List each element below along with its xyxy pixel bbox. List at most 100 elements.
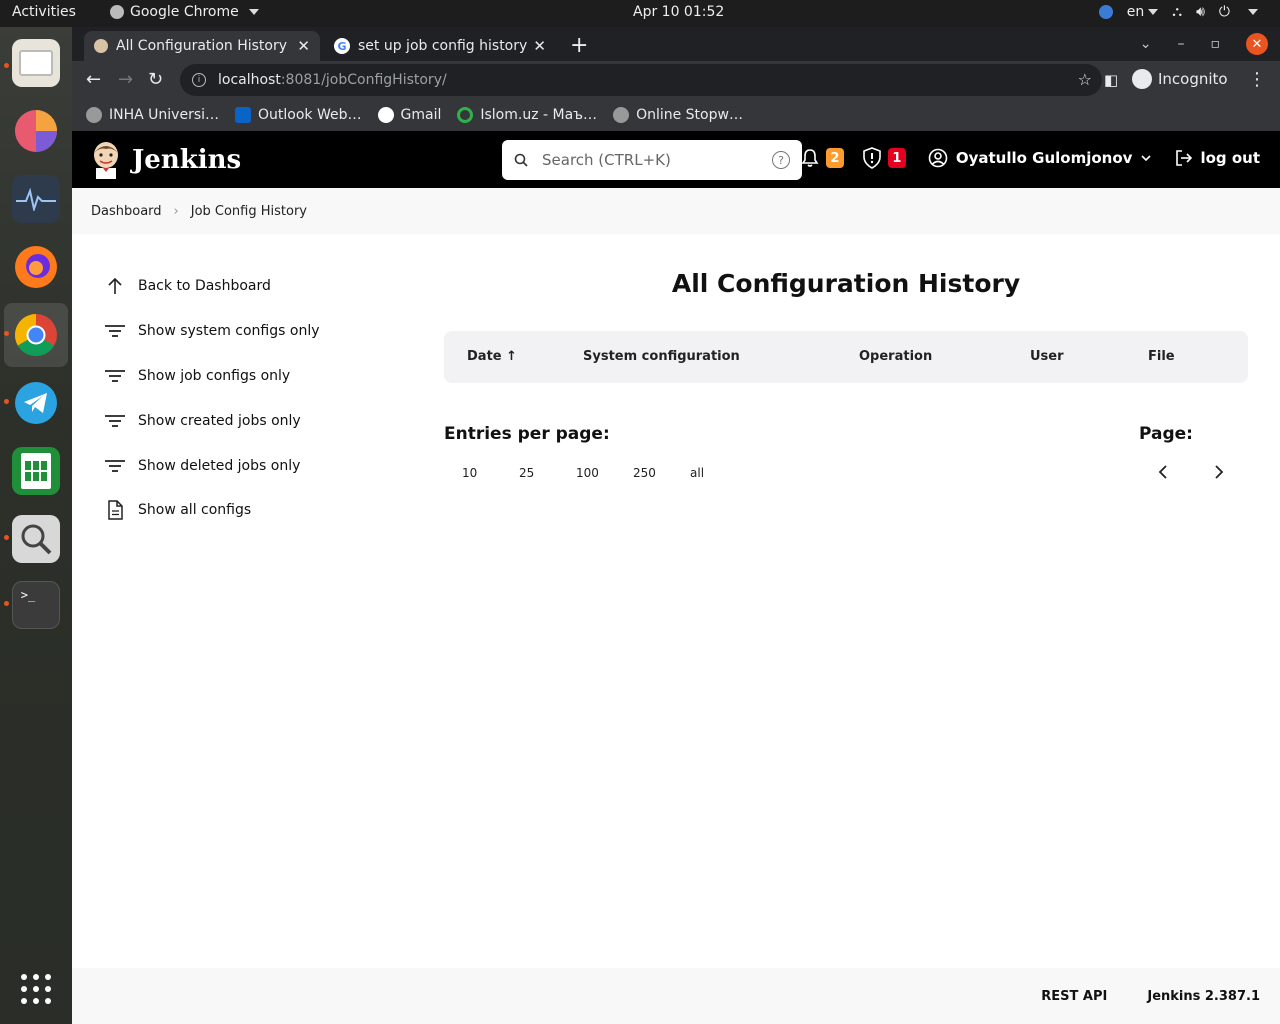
- url-path: :8081/jobConfigHistory/: [280, 72, 447, 88]
- browser-menu-icon[interactable]: ⋮: [1248, 69, 1266, 90]
- google-icon: [377, 107, 394, 123]
- column-header-system-configuration[interactable]: System configuration: [583, 349, 740, 364]
- search-box[interactable]: Search (CTRL+K) ?: [502, 140, 802, 180]
- search-input[interactable]: Search (CTRL+K): [542, 151, 772, 169]
- notifications-button[interactable]: 2: [800, 148, 844, 168]
- image-viewer-icon[interactable]: [12, 515, 60, 563]
- config-history-table-header: Date ↑ System configuration Operation Us…: [444, 331, 1248, 383]
- jenkins-title: Jenkins: [132, 145, 242, 175]
- rest-api-link[interactable]: REST API: [1041, 989, 1107, 1004]
- entries-option-25[interactable]: 25: [519, 466, 576, 480]
- close-tab-icon[interactable]: ✕: [297, 37, 310, 55]
- document-icon: [104, 500, 126, 521]
- piechart-app-icon[interactable]: [12, 107, 60, 155]
- arrow-up-icon: [104, 277, 126, 295]
- tab-all-configuration-history[interactable]: All Configuration History ✕: [84, 31, 320, 61]
- chrome-icon[interactable]: [12, 311, 60, 359]
- forward-icon[interactable]: →: [118, 69, 133, 90]
- jenkins-page: Jenkins Search (CTRL+K) ? 2 1 Oyatullo G…: [72, 131, 1280, 1024]
- tab-title: set up job config history i: [358, 38, 528, 54]
- bookmark-label: INHA Universi…: [109, 107, 220, 123]
- reload-icon[interactable]: ↻: [148, 69, 163, 90]
- user-menu[interactable]: Oyatullo Gulomjonov: [928, 148, 1153, 168]
- clock[interactable]: Apr 10 01:52: [633, 4, 724, 20]
- chevron-down-icon: [1148, 9, 1159, 15]
- new-tab-icon[interactable]: +: [570, 33, 588, 58]
- chevron-down-icon: [1248, 9, 1258, 15]
- user-icon: [928, 148, 948, 168]
- spreadsheet-icon[interactable]: [12, 447, 60, 495]
- side-item-job-configs[interactable]: Show job configs only: [104, 354, 364, 399]
- entries-option-all[interactable]: all: [690, 466, 747, 480]
- column-header-operation[interactable]: Operation: [859, 349, 932, 364]
- chevron-down-icon: [248, 9, 259, 15]
- terminal-icon[interactable]: >_: [12, 581, 60, 629]
- side-panel-icon[interactable]: ◧: [1104, 71, 1118, 89]
- breadcrumb-job-config-history[interactable]: Job Config History: [191, 204, 307, 219]
- minimize-icon[interactable]: –: [1178, 36, 1185, 52]
- side-item-back-to-dashboard[interactable]: Back to Dashboard: [104, 264, 364, 309]
- help-icon[interactable]: ?: [772, 151, 790, 169]
- logout-button[interactable]: log out: [1174, 148, 1260, 168]
- column-header-file[interactable]: File: [1148, 349, 1175, 364]
- column-header-user[interactable]: User: [1030, 349, 1064, 364]
- bookmark-star-icon[interactable]: ☆: [1078, 70, 1092, 89]
- site-info-icon[interactable]: i: [192, 73, 206, 87]
- firefox-icon[interactable]: [12, 243, 60, 291]
- search-icon: [514, 153, 528, 167]
- security-count: 1: [887, 148, 906, 168]
- side-item-deleted-jobs[interactable]: Show deleted jobs only: [104, 443, 364, 488]
- files-icon[interactable]: [12, 39, 60, 87]
- side-item-system-configs[interactable]: Show system configs only: [104, 309, 364, 354]
- close-tab-icon[interactable]: ✕: [533, 37, 546, 55]
- bookmark-islom[interactable]: Islom.uz - Маъ…: [457, 107, 597, 123]
- show-apps-icon[interactable]: [12, 965, 60, 1013]
- security-button[interactable]: 1: [862, 147, 906, 169]
- next-page-icon[interactable]: [1214, 464, 1224, 483]
- entries-option-100[interactable]: 100: [576, 466, 633, 480]
- app-menu-label: Google Chrome: [130, 4, 239, 20]
- entries-option-250[interactable]: 250: [633, 466, 690, 480]
- jenkins-header: Jenkins Search (CTRL+K) ? 2 1 Oyatullo G…: [72, 131, 1280, 188]
- entries-option-10[interactable]: 10: [462, 466, 519, 480]
- telegram-icon[interactable]: [12, 379, 60, 427]
- vpn-icon: [1098, 5, 1113, 19]
- side-panel: Back to Dashboard Show system configs on…: [104, 264, 364, 533]
- language-indicator[interactable]: en: [1127, 4, 1159, 20]
- side-item-created-jobs[interactable]: Show created jobs only: [104, 398, 364, 443]
- jenkins-version-link[interactable]: Jenkins 2.387.1: [1147, 989, 1260, 1004]
- close-window-icon[interactable]: ✕: [1246, 33, 1268, 55]
- maximize-icon[interactable]: ▫: [1211, 36, 1221, 52]
- jenkins-logo-link[interactable]: Jenkins: [90, 141, 241, 179]
- incognito-label: Incognito: [1158, 70, 1228, 88]
- bookmark-stopwatch[interactable]: Online Stopw…: [613, 107, 743, 123]
- chevron-down-icon[interactable]: [1140, 152, 1152, 164]
- bookmark-label: Outlook Web…: [258, 107, 362, 123]
- running-indicator: [4, 63, 9, 68]
- bookmark-outlook[interactable]: Outlook Web…: [235, 107, 362, 123]
- tab-google-search[interactable]: G set up job config history i ✕: [324, 31, 556, 61]
- system-monitor-icon[interactable]: [12, 175, 60, 223]
- previous-page-icon[interactable]: [1158, 464, 1168, 483]
- bookmark-gmail[interactable]: Gmail: [377, 107, 441, 123]
- running-indicator: [4, 535, 9, 540]
- activities-button[interactable]: Activities: [12, 4, 76, 20]
- bookmark-inha[interactable]: INHA Universi…: [86, 107, 219, 123]
- user-name: Oyatullo Gulomjonov: [955, 149, 1133, 167]
- breadcrumb-dashboard[interactable]: Dashboard: [91, 204, 162, 219]
- side-item-all-configs[interactable]: Show all configs: [104, 488, 364, 533]
- column-header-date[interactable]: Date ↑: [467, 349, 517, 364]
- browser-chrome: All Configuration History ✕ G set up job…: [72, 27, 1280, 131]
- entries-per-page-label: Entries per page:: [444, 424, 610, 444]
- browser-toolbar: ← → ↻ i localhost:8081/jobConfigHistory/…: [72, 61, 1280, 99]
- logout-label: log out: [1200, 149, 1260, 167]
- network-icon: ⛬: [1172, 4, 1183, 20]
- back-icon[interactable]: ←: [86, 69, 101, 90]
- address-bar[interactable]: i localhost:8081/jobConfigHistory/ ☆: [180, 64, 1102, 96]
- system-tray[interactable]: en ⛬ 🔊︎ ⏻: [1098, 4, 1258, 20]
- incognito-indicator[interactable]: Incognito: [1132, 69, 1228, 89]
- app-menu[interactable]: Google Chrome: [110, 4, 259, 20]
- tab-search-icon[interactable]: ⌄: [1140, 36, 1152, 52]
- breadcrumb: Dashboard › Job Config History: [72, 188, 1280, 234]
- url-host: localhost: [218, 72, 281, 88]
